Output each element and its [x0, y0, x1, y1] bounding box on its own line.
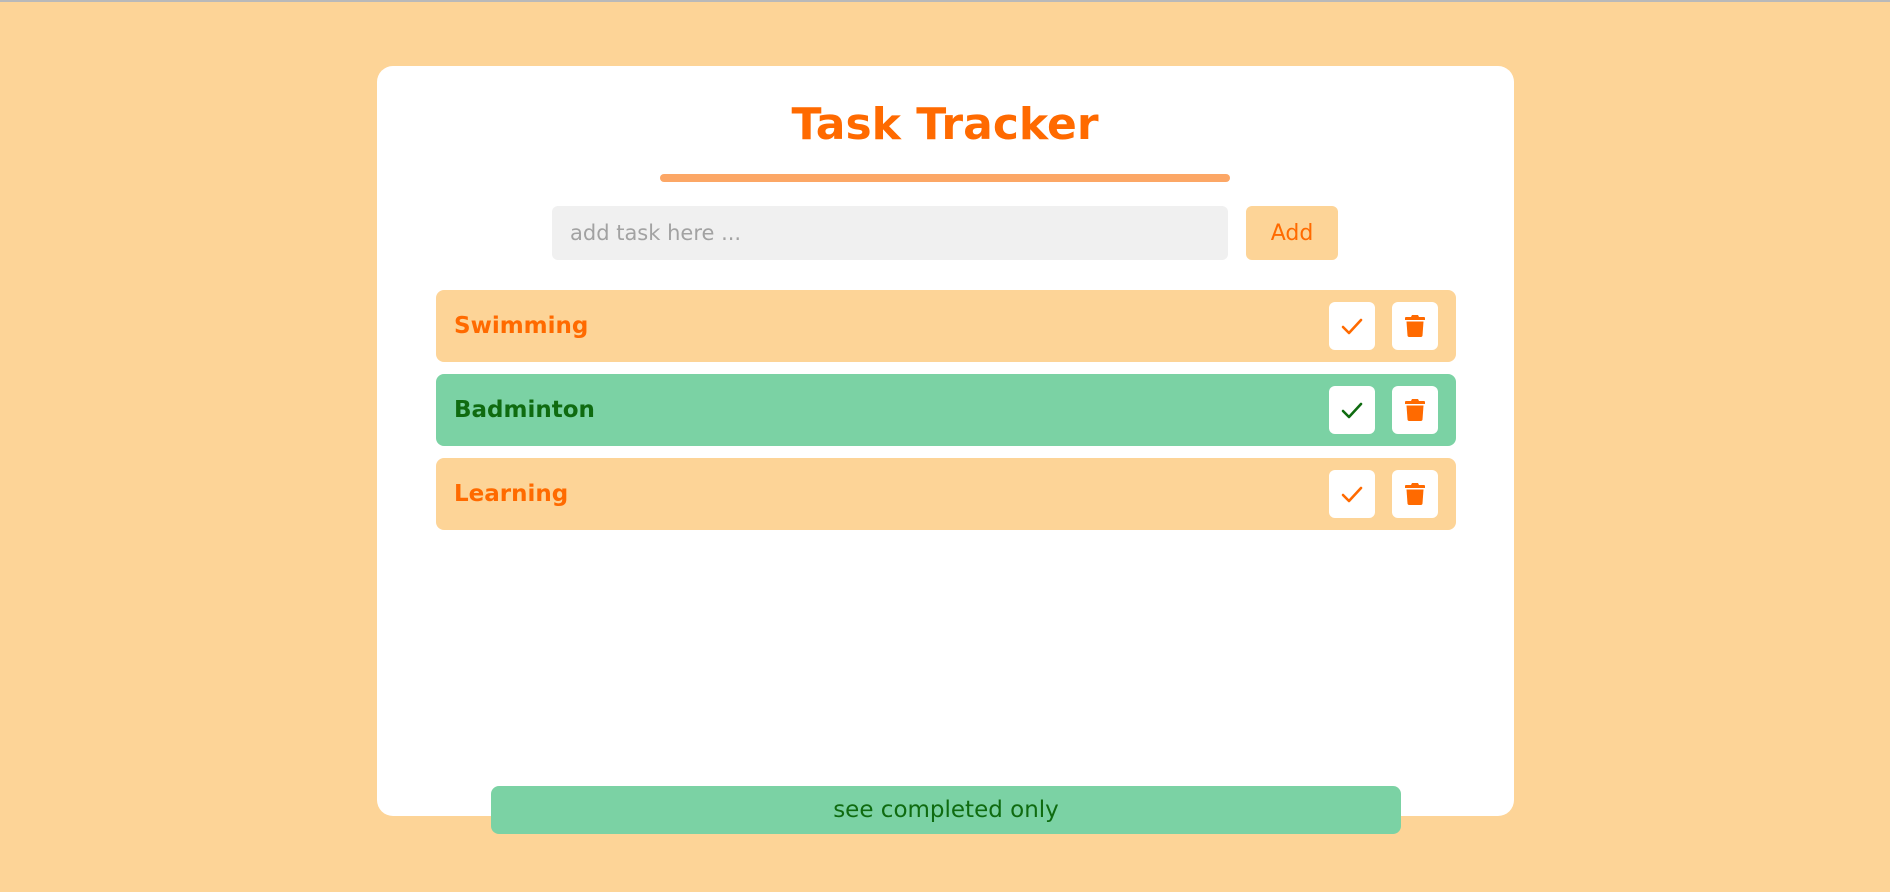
task-label: Swimming	[454, 313, 589, 339]
delete-task-button[interactable]	[1392, 386, 1438, 434]
check-icon	[1341, 486, 1363, 503]
delete-task-button[interactable]	[1392, 470, 1438, 518]
task-item: Swimming	[436, 290, 1456, 362]
task-item: Learning	[436, 458, 1456, 530]
task-label: Badminton	[454, 397, 595, 423]
check-icon	[1341, 318, 1363, 335]
task-label: Learning	[454, 481, 569, 507]
add-task-button[interactable]: Add	[1246, 206, 1338, 260]
complete-task-button[interactable]	[1329, 302, 1375, 350]
delete-task-button[interactable]	[1392, 302, 1438, 350]
trash-icon	[1405, 315, 1425, 337]
complete-task-button[interactable]	[1329, 386, 1375, 434]
trash-icon	[1405, 399, 1425, 421]
see-completed-only-button[interactable]: see completed only	[491, 786, 1401, 834]
task-list: Swimming Badminton Learning	[436, 290, 1456, 542]
task-input[interactable]	[552, 206, 1228, 260]
complete-task-button[interactable]	[1329, 470, 1375, 518]
page-title: Task Tracker	[791, 99, 1099, 150]
browser-top-border	[0, 0, 1890, 2]
check-icon	[1341, 402, 1363, 419]
task-item: Badminton	[436, 374, 1456, 446]
trash-icon	[1405, 483, 1425, 505]
title-underline	[660, 174, 1230, 182]
